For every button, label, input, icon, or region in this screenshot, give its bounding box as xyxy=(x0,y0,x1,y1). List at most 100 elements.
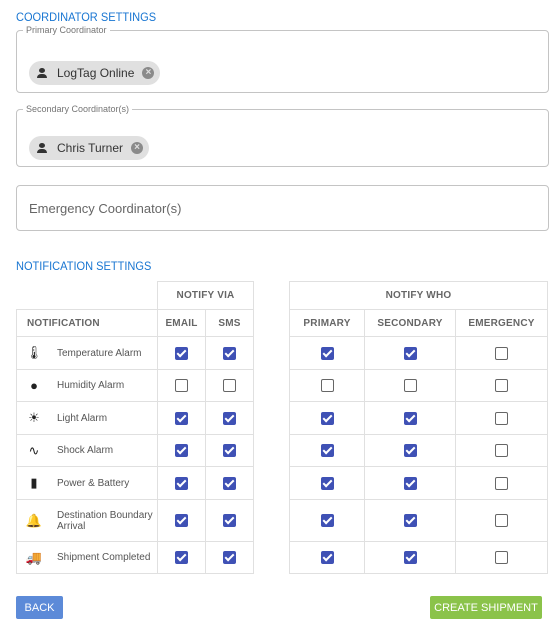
primary-coordinator-field[interactable]: Primary Coordinator LogTag Online × xyxy=(16,25,549,93)
sms-checkbox[interactable] xyxy=(223,379,236,392)
table-row: ☀ Light Alarm xyxy=(16,401,254,435)
notification-label: Light Alarm xyxy=(57,412,108,424)
email-cell xyxy=(157,499,206,542)
primary-cell xyxy=(289,336,365,370)
remove-chip-icon[interactable]: × xyxy=(131,142,144,154)
secondary-checkbox[interactable] xyxy=(403,551,417,564)
table-row xyxy=(289,336,548,370)
notification-cell: ▮ Power & Battery xyxy=(16,466,158,500)
notification-label: Temperature Alarm xyxy=(57,347,142,359)
sms-checkbox[interactable] xyxy=(223,411,236,425)
column-header-sms: SMS xyxy=(205,309,254,337)
primary-cell xyxy=(289,541,365,574)
column-header-notification: NOTIFICATION xyxy=(16,309,158,337)
primary-checkbox[interactable] xyxy=(320,379,334,392)
email-cell xyxy=(157,541,206,574)
sms-cell xyxy=(205,434,254,467)
secondary-checkbox[interactable] xyxy=(403,346,417,360)
primary-checkbox[interactable] xyxy=(320,514,334,527)
sms-checkbox[interactable] xyxy=(223,346,236,360)
primary-coordinator-legend: Primary Coordinator xyxy=(26,25,107,35)
primary-cell xyxy=(289,369,365,402)
primary-checkbox[interactable] xyxy=(320,346,334,360)
secondary-checkbox[interactable] xyxy=(403,411,417,425)
notification-label: Shipment Completed xyxy=(57,552,151,563)
remove-chip-icon[interactable]: × xyxy=(142,67,155,79)
primary-cell xyxy=(289,401,365,435)
primary-checkbox[interactable] xyxy=(320,411,334,425)
primary-cell xyxy=(289,499,365,542)
email-checkbox[interactable] xyxy=(175,514,188,527)
back-button[interactable]: BACK xyxy=(16,596,63,619)
sms-checkbox[interactable] xyxy=(223,476,236,490)
column-header-primary: PRIMARY xyxy=(289,309,365,337)
primary-cell xyxy=(289,466,365,500)
secondary-cell xyxy=(364,401,456,435)
notify-via-table: NOTIFY VIA NOTIFICATION EMAIL SMS 🌡 Tempe… xyxy=(16,281,254,574)
pulse-icon: ∿ xyxy=(28,442,40,458)
table-row: ▮ Power & Battery xyxy=(16,466,254,500)
battery-icon: ▮ xyxy=(30,475,38,490)
primary-coordinator-chip-label: LogTag Online xyxy=(57,66,135,80)
secondary-cell xyxy=(364,434,456,467)
table-row: ● Humidity Alarm xyxy=(16,369,254,402)
emergency-coordinator-input[interactable]: Emergency Coordinator(s) xyxy=(16,185,549,231)
sms-checkbox[interactable] xyxy=(223,444,236,457)
table-row xyxy=(289,401,548,435)
secondary-checkbox[interactable] xyxy=(403,514,417,527)
emergency-checkbox[interactable] xyxy=(495,476,508,490)
email-checkbox[interactable] xyxy=(175,379,188,392)
email-checkbox[interactable] xyxy=(175,444,188,457)
secondary-cell xyxy=(364,541,456,574)
column-header-secondary: SECONDARY xyxy=(364,309,456,337)
table-row: 🔔 Destination Boundary Arrival xyxy=(16,499,254,542)
sms-cell xyxy=(205,336,254,370)
primary-coordinator-chip[interactable]: LogTag Online × xyxy=(29,61,161,85)
secondary-checkbox[interactable] xyxy=(403,476,417,490)
email-checkbox[interactable] xyxy=(175,346,188,360)
table-row xyxy=(289,369,548,402)
email-cell xyxy=(157,434,206,467)
secondary-coordinator-field[interactable]: Secondary Coordinator(s) Chris Turner × xyxy=(16,104,549,167)
primary-checkbox[interactable] xyxy=(320,444,334,457)
sms-cell xyxy=(205,369,254,402)
sms-checkbox[interactable] xyxy=(223,551,236,564)
sms-cell xyxy=(205,401,254,435)
secondary-coordinator-chip-label: Chris Turner xyxy=(57,141,124,155)
emergency-cell xyxy=(455,434,548,467)
emergency-checkbox[interactable] xyxy=(495,346,508,360)
create-shipment-button[interactable]: CREATE SHIPMENT xyxy=(430,596,542,619)
secondary-checkbox[interactable] xyxy=(403,444,417,457)
sms-cell xyxy=(205,499,254,542)
secondary-cell xyxy=(364,499,456,542)
emergency-checkbox[interactable] xyxy=(495,411,508,425)
notification-label: Humidity Alarm xyxy=(57,380,125,391)
notification-cell: 🚚 Shipment Completed xyxy=(16,541,158,574)
email-cell xyxy=(157,369,206,402)
email-checkbox[interactable] xyxy=(175,551,188,564)
primary-checkbox[interactable] xyxy=(320,551,334,564)
emergency-checkbox[interactable] xyxy=(495,514,508,527)
primary-checkbox[interactable] xyxy=(320,476,334,490)
water-drop-icon: ● xyxy=(30,378,38,393)
emergency-checkbox[interactable] xyxy=(495,551,508,564)
thermometer-icon: 🌡 xyxy=(25,345,43,360)
sun-icon: ☀ xyxy=(28,410,40,425)
email-cell xyxy=(157,401,206,435)
email-checkbox[interactable] xyxy=(175,411,188,425)
emergency-checkbox[interactable] xyxy=(495,444,508,457)
secondary-coordinator-chip[interactable]: Chris Turner × xyxy=(29,136,150,160)
secondary-cell xyxy=(364,336,456,370)
secondary-cell xyxy=(364,466,456,500)
notification-label: Destination Boundary Arrival xyxy=(57,509,153,532)
column-header-emergency: EMERGENCY xyxy=(455,309,548,337)
column-header-email: EMAIL xyxy=(157,309,206,337)
emergency-checkbox[interactable] xyxy=(495,379,508,392)
email-cell xyxy=(157,336,206,370)
emergency-cell xyxy=(455,336,548,370)
secondary-checkbox[interactable] xyxy=(403,379,417,392)
email-checkbox[interactable] xyxy=(175,476,188,490)
sms-checkbox[interactable] xyxy=(223,514,236,527)
table-row: 🌡 Temperature Alarm xyxy=(16,336,254,370)
person-icon xyxy=(37,143,47,153)
